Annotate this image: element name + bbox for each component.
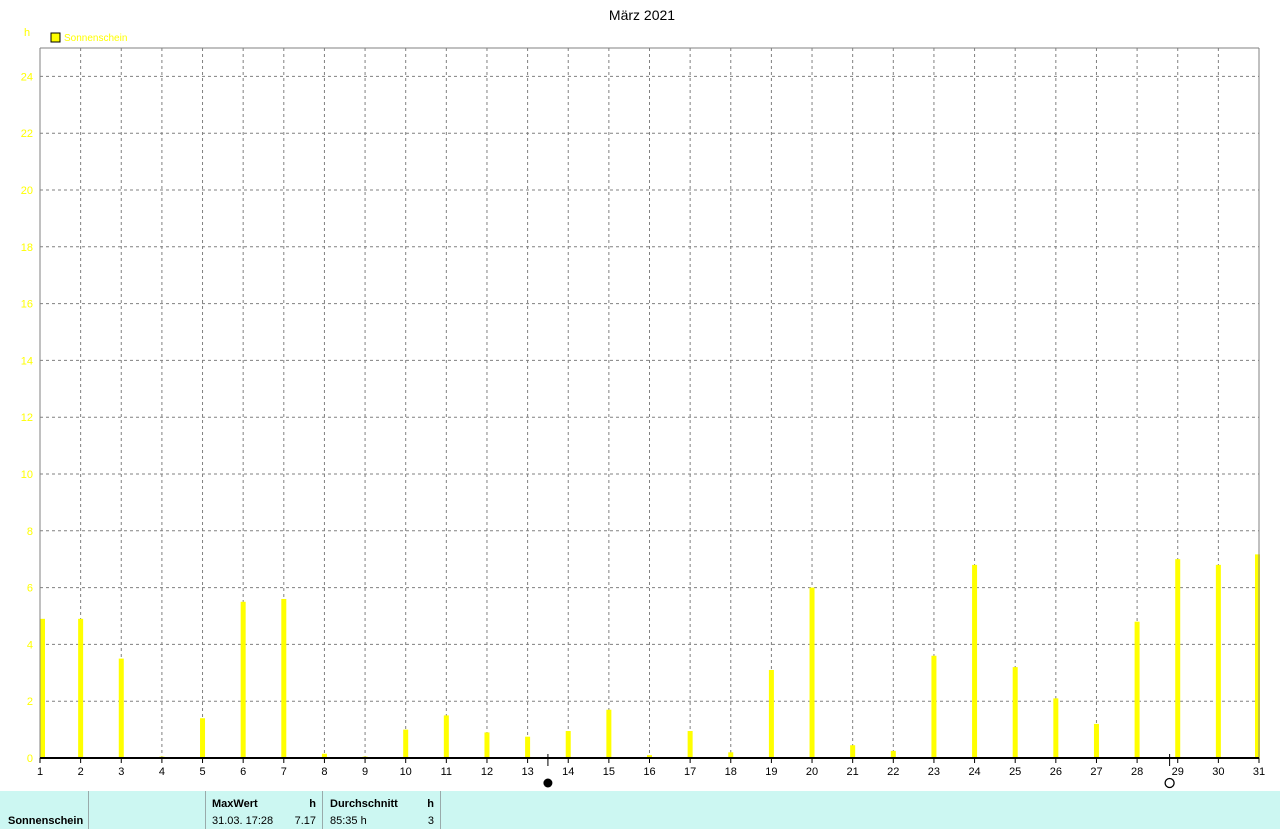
y-tick-label: 14 [21, 355, 33, 367]
y-tick-label: 22 [21, 128, 33, 140]
max-value: 7.17 [294, 815, 316, 827]
x-tick-label: 25 [1009, 766, 1021, 778]
sunshine-chart: März 2021 h Sonnenschein 024681012141618… [21, 7, 1265, 789]
x-tick-label: 31 [1253, 766, 1265, 778]
y-tick-label: 6 [27, 583, 33, 595]
bar-2 [78, 618, 84, 758]
stats-avg-cell: Durchschnitt h 85:35 h 3 [323, 791, 441, 829]
stats-series-cell: Sonnenschein [0, 791, 89, 829]
bar-19 [768, 669, 774, 758]
statistics-bar: Sonnenschein MaxWert h 31.03. 17:28 7.17… [0, 791, 1280, 829]
y-tick-label: 18 [21, 242, 33, 254]
x-tick-label: 8 [321, 766, 327, 778]
max-header: MaxWert [212, 798, 258, 810]
bar-6 [240, 601, 246, 758]
y-tick-label: 20 [21, 185, 33, 197]
avg-unit: h [427, 798, 434, 810]
x-tick-label: 30 [1212, 766, 1224, 778]
bar-30 [1215, 564, 1221, 758]
avg-header: Durchschnitt [330, 798, 398, 810]
x-tick-label: 27 [1090, 766, 1102, 778]
bar-20 [809, 587, 815, 758]
stats-series-label: Sonnenschein [8, 815, 84, 827]
y-tick-label: 16 [21, 299, 33, 311]
y-tick-label: 0 [27, 753, 33, 765]
bar-22 [890, 750, 896, 758]
new-moon-icon [543, 778, 553, 788]
bar-17 [687, 731, 693, 758]
y-tick-labels: 024681012141618202224 [21, 71, 33, 765]
y-tick-label: 24 [21, 71, 33, 83]
bar-11 [443, 715, 449, 758]
avg-value: 85:35 h [330, 815, 367, 827]
bar-24 [972, 564, 978, 758]
x-tick-label: 9 [362, 766, 368, 778]
x-tick-label: 6 [240, 766, 246, 778]
x-tick-label: 4 [159, 766, 165, 778]
bar-21 [850, 745, 856, 758]
y-tick-label: 10 [21, 469, 33, 481]
bar-13 [525, 736, 531, 758]
x-tick-label: 12 [481, 766, 493, 778]
x-tick-label: 22 [887, 766, 899, 778]
bar-29 [1175, 559, 1181, 758]
y-tick-label: 8 [27, 526, 33, 538]
bar-3 [118, 658, 124, 758]
x-tick-label: 10 [400, 766, 412, 778]
x-tick-label: 14 [562, 766, 574, 778]
x-tick-label: 18 [725, 766, 737, 778]
x-tick-label: 3 [118, 766, 124, 778]
avg-count: 3 [427, 815, 434, 827]
bar-26 [1053, 698, 1059, 758]
bar-7 [281, 598, 287, 758]
bar-27 [1093, 723, 1099, 758]
x-tick-label: 28 [1131, 766, 1143, 778]
x-tick-label: 24 [968, 766, 980, 778]
x-tick-label: 26 [1050, 766, 1062, 778]
legend-label: Sonnenschein [64, 33, 127, 44]
max-unit: h [309, 798, 316, 810]
bar-1 [40, 618, 45, 758]
x-tick-label: 19 [765, 766, 777, 778]
x-tick-labels: 1 2 3 4 5 6 7 8 9 10 11 12 13 14 15 16 17 18 19 20 21 22 23 24 2… [37, 758, 1265, 778]
x-tick-label: 2 [78, 766, 84, 778]
x-tick-label: 7 [281, 766, 287, 778]
x-tick-label: 17 [684, 766, 696, 778]
x-tick-label: 29 [1172, 766, 1184, 778]
max-time: 31.03. 17:28 [212, 815, 274, 827]
x-tick-label: 11 [441, 766, 452, 778]
y-tick-label: 2 [27, 696, 33, 708]
grid-lines [39, 48, 1260, 758]
x-tick-label: 20 [806, 766, 818, 778]
x-tick-label: 1 [37, 766, 43, 778]
y-axis-unit-label: h [24, 27, 30, 39]
y-tick-label: 4 [27, 639, 33, 651]
chart-title: März 2021 [609, 7, 675, 23]
bar-5 [200, 718, 206, 758]
stats-empty-cell [89, 791, 206, 829]
x-tick-label: 5 [199, 766, 205, 778]
bar-10 [403, 729, 409, 758]
bar-25 [1012, 667, 1018, 758]
x-tick-label: 15 [603, 766, 615, 778]
legend-swatch [50, 32, 61, 43]
x-tick-label: 21 [847, 766, 859, 778]
bar-14 [565, 731, 571, 758]
bar-28 [1134, 621, 1140, 758]
full-moon-icon [1164, 777, 1175, 789]
x-tick-label: 13 [521, 766, 533, 778]
bar-12 [484, 732, 490, 758]
x-tick-label: 23 [928, 766, 940, 778]
x-tick-label: 16 [643, 766, 655, 778]
bar-15 [606, 709, 612, 758]
stats-max-cell: MaxWert h 31.03. 17:28 7.17 [206, 791, 323, 829]
y-tick-label: 12 [21, 412, 33, 424]
bar-23 [931, 655, 937, 758]
